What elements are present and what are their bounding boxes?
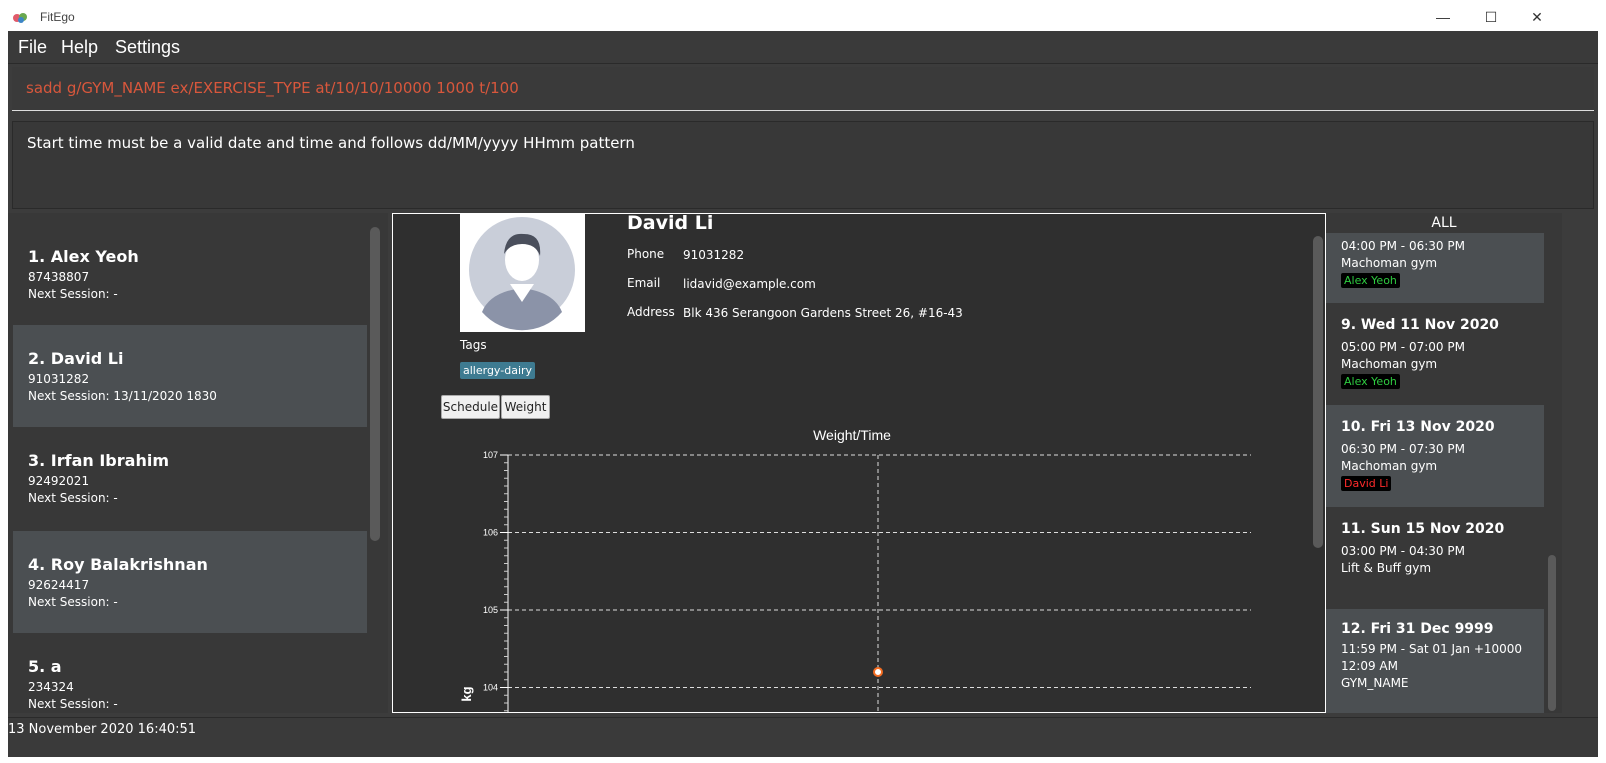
- session-client-tag: David Li: [1341, 476, 1392, 491]
- weight-chart: Weight/Time 107 106 105 104 kg: [459, 427, 1251, 712]
- client-name: 4. Roy Balakrishnan: [28, 555, 208, 574]
- chart-y-tick-label: 107: [483, 450, 498, 460]
- session-gym: GYM_NAME: [1341, 676, 1409, 690]
- phone-label: Phone: [627, 247, 665, 261]
- tags-label: Tags: [460, 338, 487, 352]
- address-label: Address: [627, 305, 675, 319]
- session-client-tag: Alex Yeoh: [1341, 374, 1400, 389]
- menu-settings[interactable]: Settings: [115, 37, 180, 58]
- client-phone: 234324: [28, 680, 74, 694]
- session-card[interactable]: 04:00 PM - 06:30 PM Machoman gym Alex Ye…: [1326, 233, 1544, 303]
- tag-badge: allergy-dairy: [460, 362, 536, 379]
- phone-value: 91031282: [683, 248, 745, 262]
- client-card[interactable]: 3. Irfan Ibrahim 92492021 Next Session: …: [13, 427, 367, 529]
- client-next-session: Next Session: -: [28, 595, 118, 609]
- session-time: 11:59 PM - Sat 01 Jan +10000: [1341, 642, 1523, 656]
- session-card[interactable]: 9. Wed 11 Nov 2020 05:00 PM - 07:00 PM M…: [1326, 303, 1544, 405]
- session-card[interactable]: 12. Fri 31 Dec 9999 11:59 PM - Sat 01 Ja…: [1326, 609, 1544, 713]
- session-time: 04:00 PM - 06:30 PM: [1341, 239, 1465, 253]
- detail-client-name: David Li: [627, 213, 714, 234]
- session-time: 06:30 PM - 07:30 PM: [1341, 442, 1465, 456]
- chart-y-tick-label: 106: [483, 528, 498, 538]
- email-value: lidavid@example.com: [683, 277, 816, 291]
- app-window: FitEgo — ☐ ✕ File Help Settings Start ti…: [0, 0, 1606, 763]
- result-display: Start time must be a valid date and time…: [12, 121, 1594, 209]
- close-button[interactable]: ✕: [1514, 7, 1560, 29]
- status-timestamp: 13 November 2020 16:40:51: [8, 722, 197, 737]
- client-phone: 91031282: [28, 372, 90, 386]
- address-value: Blk 436 Serangoon Gardens Street 26, #16…: [683, 306, 963, 320]
- email-label: Email: [627, 276, 661, 290]
- menu-file[interactable]: File: [18, 37, 47, 58]
- status-bar: 13 November 2020 16:40:51: [8, 717, 1598, 757]
- session-gym: Machoman gym: [1341, 459, 1438, 473]
- session-card[interactable]: 10. Fri 13 Nov 2020 06:30 PM - 07:30 PM …: [1326, 405, 1544, 507]
- client-card[interactable]: 1. Alex Yeoh 87438807 Next Session: -: [13, 223, 367, 325]
- client-card[interactable]: 2. David Li 91031282 Next Session: 13/11…: [13, 325, 367, 427]
- client-card[interactable]: 5. a 234324 Next Session: -: [13, 633, 367, 713]
- window-title: FitEgo: [40, 10, 75, 24]
- chart-y-label: kg: [459, 686, 474, 701]
- session-client-tag: Alex Yeoh: [1341, 273, 1400, 288]
- session-card[interactable]: 11. Sun 15 Nov 2020 03:00 PM - 04:30 PM …: [1326, 507, 1544, 609]
- session-gym: Machoman gym: [1341, 256, 1438, 270]
- session-list: ALL 04:00 PM - 06:30 PM Machoman gym Ale…: [1326, 213, 1562, 713]
- menu-help[interactable]: Help: [61, 37, 98, 58]
- client-card[interactable]: 4. Roy Balakrishnan 92624417 Next Sessio…: [13, 531, 367, 633]
- maximize-button[interactable]: ☐: [1468, 7, 1514, 29]
- session-time-cont: 12:09 AM: [1341, 659, 1398, 673]
- client-next-session: Next Session: -: [28, 287, 118, 301]
- client-next-session: Next Session: 13/11/2020 1830: [28, 389, 217, 403]
- title-bar: FitEgo — ☐ ✕: [8, 7, 1598, 31]
- app-logo-icon: [13, 13, 27, 23]
- session-time: 03:00 PM - 04:30 PM: [1341, 544, 1465, 558]
- client-detail-panel: David Li Phone 91031282 Email lidavid@ex…: [392, 213, 1326, 713]
- detail-scrollbar[interactable]: [1313, 236, 1323, 548]
- minimize-button[interactable]: —: [1420, 7, 1466, 29]
- session-title: 12. Fri 31 Dec 9999: [1341, 621, 1494, 637]
- chart-y-tick-label: 104: [483, 683, 498, 693]
- chart-data-point[interactable]: [873, 667, 883, 677]
- chart-y-tick-label: 105: [483, 605, 498, 615]
- session-list-scrollbar[interactable]: [1548, 555, 1556, 711]
- tab-weight[interactable]: Weight: [501, 395, 550, 419]
- client-phone: 87438807: [28, 270, 90, 284]
- session-title: 10. Fri 13 Nov 2020: [1341, 419, 1495, 435]
- command-box: [12, 67, 1594, 111]
- command-input[interactable]: [26, 79, 1576, 97]
- client-phone: 92624417: [28, 578, 90, 592]
- client-name: 5. a: [28, 657, 62, 676]
- chart-series: [873, 667, 883, 677]
- session-gym: Lift & Buff gym: [1341, 561, 1432, 575]
- client-list-scrollbar[interactable]: [370, 227, 380, 541]
- session-title: 11. Sun 15 Nov 2020: [1341, 521, 1505, 537]
- avatar: [460, 214, 585, 332]
- app-body: File Help Settings Start time must be a …: [8, 31, 1598, 757]
- session-title: 9. Wed 11 Nov 2020: [1341, 317, 1499, 333]
- session-list-header: ALL: [1431, 215, 1457, 231]
- client-next-session: Next Session: -: [28, 697, 118, 711]
- client-name: 2. David Li: [28, 349, 124, 368]
- client-phone: 92492021: [28, 474, 90, 488]
- tab-schedule[interactable]: Schedule: [441, 395, 500, 419]
- client-name: 3. Irfan Ibrahim: [28, 451, 169, 470]
- session-gym: Machoman gym: [1341, 357, 1438, 371]
- menu-bar: File Help Settings: [8, 31, 1598, 64]
- session-time: 05:00 PM - 07:00 PM: [1341, 340, 1465, 354]
- client-name: 1. Alex Yeoh: [28, 247, 139, 266]
- result-message: Start time must be a valid date and time…: [27, 134, 635, 152]
- chart-y-axis: 107 106 105 104: [483, 450, 509, 712]
- avatar-icon: [469, 217, 575, 331]
- client-list: 1. Alex Yeoh 87438807 Next Session: - 2.…: [8, 213, 388, 713]
- client-next-session: Next Session: -: [28, 491, 118, 505]
- chart-title: Weight/Time: [813, 427, 891, 443]
